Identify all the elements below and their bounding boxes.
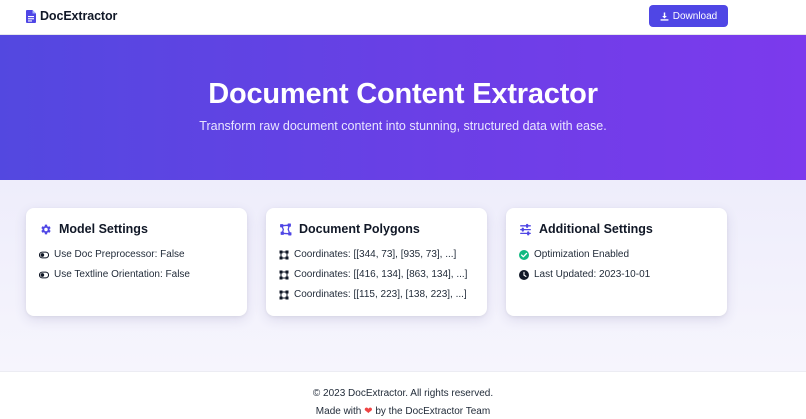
download-label: Download [672,10,718,22]
footer: © 2023 DocExtractor. All rights reserved… [0,371,806,419]
brand-link[interactable]: DocExtractor [26,9,117,23]
list-item: Optimization Enabled [519,249,629,260]
download-button[interactable]: Download [649,5,728,27]
brand-name: DocExtractor [40,9,118,23]
card-title: Model Settings [59,222,148,236]
model-settings-card: Model Settings Use Doc Preprocessor: Fal… [26,208,247,316]
card-header: Document Polygons [279,222,420,236]
card-title: Document Polygons [299,222,420,236]
coordinates-text: Coordinates: [[416, 134], [863, 134], ..… [294,269,468,280]
check-circle-icon [519,249,529,260]
navbar: DocExtractor Download [0,0,806,35]
vector-square-icon [279,290,289,299]
list-item: Coordinates: [[416, 134], [863, 134], ..… [279,269,467,280]
clock-icon [519,269,529,280]
vector-square-icon [279,250,289,259]
sliders-icon [520,223,531,235]
list-item: Last Updated: 2023-10-01 [519,269,650,280]
made-with-text: Made with ❤ by the DocExtractor Team [0,406,806,417]
setting-text: Last Updated: 2023-10-01 [534,269,651,280]
card-title: Additional Settings [539,222,653,236]
document-polygons-card: Document Polygons Coordinates: [[344, 73… [266,208,487,316]
download-icon [660,11,669,21]
additional-settings-card: Additional Settings Optimization Enabled… [506,208,727,316]
made-with-suffix: by the DocExtractor Team [375,406,491,417]
list-item: Use Textline Orientation: False [39,269,190,280]
list-item: Coordinates: [[115, 223], [138, 223], ..… [279,289,467,300]
settings-section: Model Settings Use Doc Preprocessor: Fal… [0,180,806,371]
document-icon [26,9,36,23]
hero-title: Document Content Extractor [208,78,598,110]
vector-square-icon [279,270,289,279]
hero-subtitle: Transform raw document content into stun… [199,119,607,133]
heart-icon: ❤ [364,406,373,417]
coordinates-text: Coordinates: [[115, 223], [138, 223], ..… [294,289,467,300]
setting-text: Use Doc Preprocessor: False [54,249,185,260]
card-header: Additional Settings [519,222,653,236]
setting-text: Use Textline Orientation: False [54,269,190,280]
copyright-text: © 2023 DocExtractor. All rights reserved… [312,388,494,399]
coordinates-text: Coordinates: [[344, 73], [935, 73], ...] [294,249,457,260]
gear-icon [41,224,51,234]
hero-banner: Document Content Extractor Transform raw… [0,35,806,180]
setting-text: Optimization Enabled [534,249,630,260]
toggle-icon [39,271,49,278]
list-item: Use Doc Preprocessor: False [39,249,185,260]
list-item: Coordinates: [[344, 73], [935, 73], ...] [279,249,456,260]
made-with-prefix: Made with [315,406,362,417]
toggle-icon [39,251,49,258]
card-header: Model Settings [39,222,148,236]
polygon-icon [280,223,292,235]
